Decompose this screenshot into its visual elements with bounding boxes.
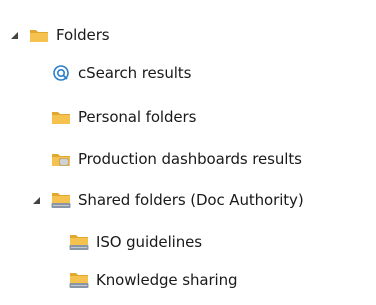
tree-node-label: Personal folders <box>78 108 197 126</box>
shared-folder-icon <box>68 233 90 251</box>
tree-node-label: Knowledge sharing <box>96 271 238 289</box>
shared-folder-icon <box>50 191 72 209</box>
folder-tree: Folders cSearch results Personal folders <box>0 0 376 305</box>
shared-folder-icon <box>68 271 90 289</box>
tree-node-personal-folders[interactable]: Personal folders <box>50 104 196 130</box>
expanded-triangle-icon[interactable] <box>30 194 42 206</box>
tree-node-shared-folders[interactable]: Shared folders (Doc Authority) <box>30 187 304 213</box>
expanded-triangle-icon[interactable] <box>8 29 20 41</box>
tree-node-production-dashboards-results[interactable]: Production dashboards results <box>50 146 302 172</box>
dashboard-folder-icon <box>50 150 72 168</box>
tree-node-folders[interactable]: Folders <box>8 22 110 48</box>
tree-node-label: ISO guidelines <box>96 233 202 251</box>
folder-icon <box>28 26 50 44</box>
tree-node-iso-guidelines[interactable]: ISO guidelines <box>68 229 202 255</box>
folder-icon <box>50 108 72 126</box>
tree-node-label: Production dashboards results <box>78 150 302 168</box>
tree-node-label: Folders <box>56 26 110 44</box>
tree-node-label: cSearch results <box>78 64 192 82</box>
tree-node-label: Shared folders (Doc Authority) <box>78 191 304 209</box>
tree-node-knowledge-sharing[interactable]: Knowledge sharing <box>68 267 238 293</box>
tree-node-csearch-results[interactable]: cSearch results <box>50 60 191 86</box>
search-icon <box>50 64 72 82</box>
